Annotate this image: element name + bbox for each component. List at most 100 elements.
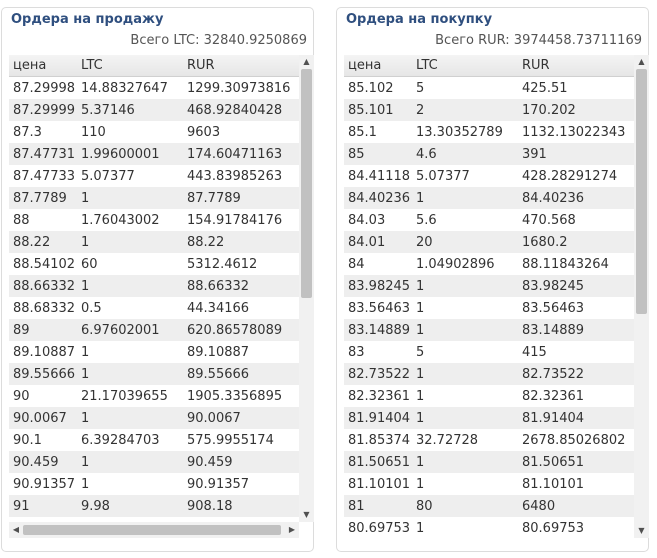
order-row[interactable]: 89.10887 1 89.10887	[9, 341, 299, 363]
order-row[interactable]: 90.459 1 90.459	[9, 451, 299, 473]
ltc-cell: 5.6	[412, 209, 518, 231]
scroll-up-arrow-icon[interactable]: ▲	[634, 55, 649, 69]
sell-orders-horizontal-scrollbar[interactable]: ◀ ▶	[9, 522, 299, 538]
order-row[interactable]: 84 1.04902896 88.11843264	[344, 253, 634, 275]
sell-orders-table-container[interactable]: цена LTC RUR 87.29998 14.88327647 1299.309…	[9, 55, 314, 538]
order-row[interactable]: 87.47731 1.99600001 174.60471163	[9, 143, 299, 165]
buy-orders-title: Ордера на покупку	[346, 12, 493, 27]
column-header-rur[interactable]: RUR	[183, 55, 299, 77]
price-cell: 83.56463	[344, 297, 412, 319]
order-row[interactable]: 88.68332 0.5 44.34166	[9, 297, 299, 319]
order-row[interactable]: 82.73522 1 82.73522	[344, 363, 634, 385]
order-row[interactable]: 84.03 5.6 470.568	[344, 209, 634, 231]
price-cell: 83.98245	[344, 275, 412, 297]
buy-orders-table-container[interactable]: цена LTC RUR 85.102 5 425.51 85.101 2 170.202…	[344, 55, 649, 538]
price-cell: 90.0067	[9, 407, 77, 429]
column-header-ltc[interactable]: LTC	[77, 55, 183, 77]
order-row[interactable]: 83.14889 1 83.14889	[344, 319, 634, 341]
price-cell: 83.14889	[344, 319, 412, 341]
rur-cell: 81.50651	[518, 451, 634, 473]
order-row[interactable]: 85 4.6 391	[344, 143, 634, 165]
ltc-cell: 1	[412, 517, 518, 538]
order-row[interactable]: 87.29998 14.88327647 1299.30973816	[9, 76, 299, 99]
order-row[interactable]: 81.10101 1 81.10101	[344, 473, 634, 495]
order-row[interactable]: 83.56463 1 83.56463	[344, 297, 634, 319]
rur-cell: 428.28291274	[518, 165, 634, 187]
column-header-price[interactable]: цена	[9, 55, 77, 77]
order-row[interactable]: 81.85374 32.72728 2678.85026802	[344, 429, 634, 451]
sell-hscroll-thumb[interactable]	[23, 525, 281, 535]
order-row[interactable]: 87.7789 1 87.7789	[9, 187, 299, 209]
order-row[interactable]: 82.32361 1 82.32361	[344, 385, 634, 407]
price-cell: 82.32361	[344, 385, 412, 407]
order-row[interactable]: 81 80 6480	[344, 495, 634, 517]
scroll-left-arrow-icon[interactable]: ◀	[9, 522, 23, 538]
order-row[interactable]: 87.29999 5.37146 468.92840428	[9, 99, 299, 121]
rur-cell: 154.91784176	[183, 209, 299, 231]
rur-cell: 83.56463	[518, 297, 634, 319]
rur-cell: 470.568	[518, 209, 634, 231]
order-row[interactable]: 85.102 5 425.51	[344, 76, 634, 99]
order-row[interactable]: 90.0067 1 90.0067	[9, 407, 299, 429]
order-row[interactable]: 88.22 1 88.22	[9, 231, 299, 253]
order-row[interactable]: 80.69753 1 80.69753	[344, 517, 634, 538]
ltc-cell: 1	[412, 297, 518, 319]
buy-orders-vertical-scrollbar[interactable]: ▲ ▼	[634, 55, 649, 538]
buy-orders-panel: Ордера на покупку Всего RUR: 3974458.737…	[336, 7, 649, 552]
price-cell: 87.29999	[9, 99, 77, 121]
ltc-cell: 1	[412, 363, 518, 385]
price-cell: 91	[9, 495, 77, 517]
ltc-cell: 1.76043002	[77, 209, 183, 231]
price-cell: 88.68332	[9, 297, 77, 319]
order-row[interactable]: 90.1 6.39284703 575.9955174	[9, 429, 299, 451]
order-row[interactable]: 84.41118 5.07377 428.28291274	[344, 165, 634, 187]
order-row[interactable]: 87.3 110 9603	[9, 121, 299, 143]
price-cell: 81.10101	[344, 473, 412, 495]
order-row[interactable]: 90 21.17039655 1905.3356895	[9, 385, 299, 407]
order-row[interactable]: 91 9.98 908.18	[9, 495, 299, 517]
ltc-cell: 20	[412, 231, 518, 253]
order-row[interactable]: 81.50651 1 81.50651	[344, 451, 634, 473]
rur-cell: 44.34166	[183, 297, 299, 319]
price-cell: 90	[9, 385, 77, 407]
rur-cell: 82.73522	[518, 363, 634, 385]
ltc-cell: 4.6	[412, 143, 518, 165]
sell-orders-vertical-scrollbar[interactable]: ▲ ▼	[299, 55, 314, 522]
order-row[interactable]: 88.54102 60 5312.4612	[9, 253, 299, 275]
column-header-ltc[interactable]: LTC	[412, 55, 518, 77]
sell-orders-title: Ордера на продажу	[11, 12, 164, 27]
order-row[interactable]: 90.91357 1 90.91357	[9, 473, 299, 495]
sell-scroll-thumb[interactable]	[301, 69, 312, 298]
price-cell: 85.101	[344, 99, 412, 121]
scroll-down-arrow-icon[interactable]: ▼	[634, 524, 649, 538]
price-cell: 84.41118	[344, 165, 412, 187]
order-row[interactable]: 85.1 13.30352789 1132.13022343	[344, 121, 634, 143]
order-row[interactable]: 85.101 2 170.202	[344, 99, 634, 121]
order-row[interactable]: 81.91404 1 81.91404	[344, 407, 634, 429]
price-cell: 90.91357	[9, 473, 77, 495]
price-cell: 89	[9, 319, 77, 341]
order-row[interactable]: 83 5 415	[344, 341, 634, 363]
order-row[interactable]: 87.47733 5.07377 443.83985263	[9, 165, 299, 187]
order-row[interactable]: 89 6.97602001 620.86578089	[9, 319, 299, 341]
ltc-cell: 1	[77, 473, 183, 495]
order-row[interactable]: 84.01 20 1680.2	[344, 231, 634, 253]
column-header-rur[interactable]: RUR	[518, 55, 634, 77]
buy-scroll-thumb[interactable]	[636, 69, 647, 314]
ltc-cell: 6.97602001	[77, 319, 183, 341]
price-cell: 87.47731	[9, 143, 77, 165]
order-row[interactable]: 83.98245 1 83.98245	[344, 275, 634, 297]
scroll-right-arrow-icon[interactable]: ▶	[285, 522, 299, 538]
scroll-up-arrow-icon[interactable]: ▲	[299, 55, 314, 69]
column-header-price[interactable]: цена	[344, 55, 412, 77]
order-row[interactable]: 84.40236 1 84.40236	[344, 187, 634, 209]
scroll-down-arrow-icon[interactable]: ▼	[299, 508, 314, 522]
price-cell: 88	[9, 209, 77, 231]
price-cell: 89.55666	[9, 363, 77, 385]
order-row[interactable]: 88.66332 1 88.66332	[9, 275, 299, 297]
ltc-cell: 21.17039655	[77, 385, 183, 407]
order-row[interactable]: 88 1.76043002 154.91784176	[9, 209, 299, 231]
order-row[interactable]: 89.55666 1 89.55666	[9, 363, 299, 385]
rur-cell: 83.98245	[518, 275, 634, 297]
price-cell: 81.91404	[344, 407, 412, 429]
